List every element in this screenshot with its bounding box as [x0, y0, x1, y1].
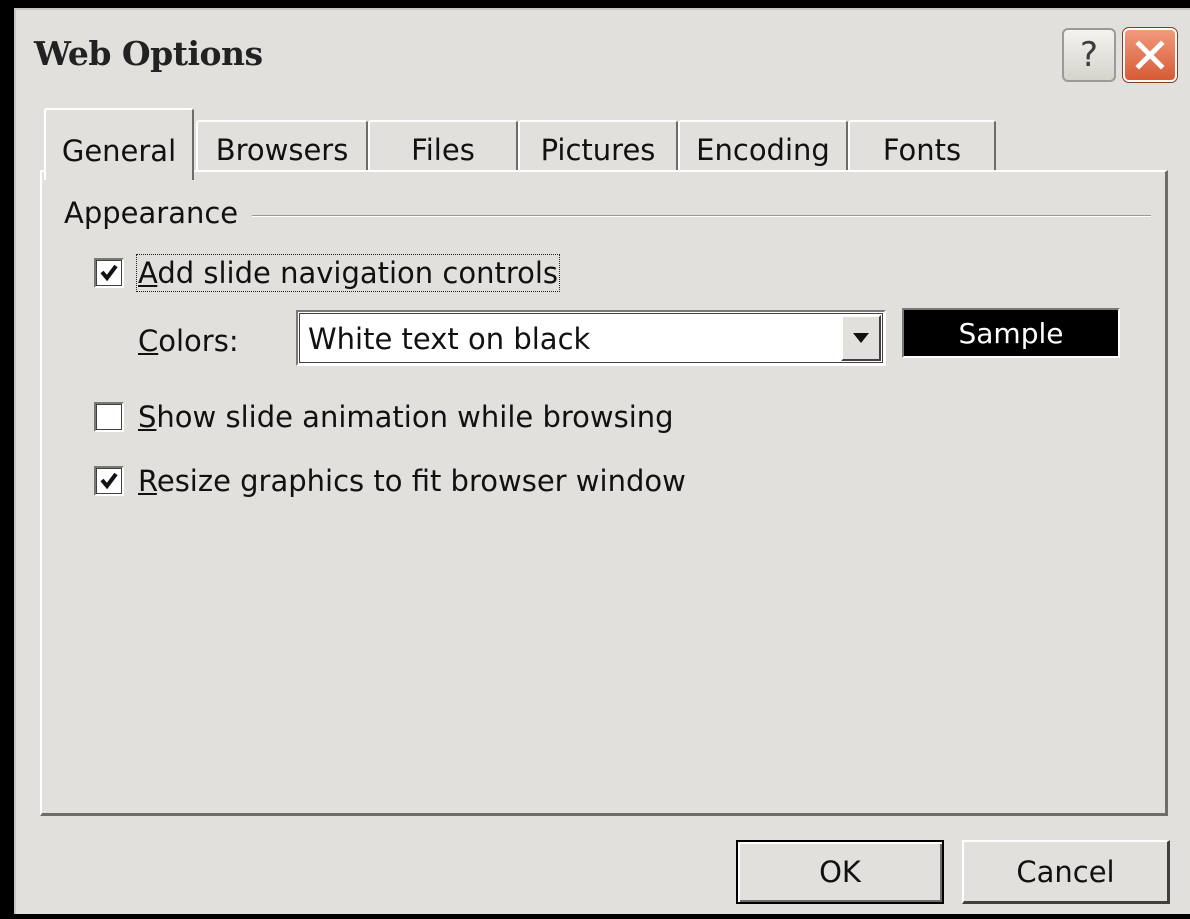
colors-select[interactable]: White text on black — [296, 310, 886, 366]
help-icon: ? — [1079, 35, 1099, 75]
tab-fonts[interactable]: Fonts — [848, 120, 996, 177]
color-sample-preview: Sample — [902, 308, 1120, 358]
cancel-label: Cancel — [1016, 854, 1115, 889]
sample-label: Sample — [958, 316, 1064, 350]
add-nav-controls-checkbox[interactable] — [94, 258, 124, 288]
tab-encoding[interactable]: Encoding — [678, 120, 848, 177]
checkmark-icon — [100, 472, 118, 490]
appearance-group-label: Appearance — [64, 196, 253, 230]
close-icon — [1135, 40, 1165, 70]
colors-dropdown-button[interactable] — [841, 315, 881, 361]
add-nav-controls-label[interactable]: Add slide navigation controls — [135, 254, 561, 292]
colors-select-value: White text on black — [308, 322, 591, 356]
dialog-title: Web Options — [34, 34, 263, 73]
cancel-button[interactable]: Cancel — [962, 840, 1170, 904]
resize-graphics-label[interactable]: Resize graphics to fit browser window — [138, 464, 686, 498]
tab-fonts-label: Fonts — [882, 132, 962, 167]
tab-pictures[interactable]: Pictures — [518, 120, 678, 177]
show-animation-checkbox[interactable] — [94, 402, 124, 432]
tab-general[interactable]: General — [44, 108, 194, 180]
tab-browsers-label: Browsers — [215, 132, 349, 167]
tab-files-label: Files — [411, 132, 475, 167]
tab-files[interactable]: Files — [368, 120, 518, 177]
resize-graphics-checkbox[interactable] — [94, 466, 124, 496]
tab-browsers[interactable]: Browsers — [196, 120, 368, 177]
ok-label: OK — [819, 855, 861, 889]
title-bar[interactable]: Web Options ? — [16, 10, 1190, 96]
tab-pictures-label: Pictures — [540, 132, 656, 167]
group-divider — [252, 215, 1151, 217]
show-animation-label[interactable]: Show slide animation while browsing — [138, 400, 674, 434]
colors-label: Colors: — [138, 324, 239, 358]
ok-button[interactable]: OK — [736, 840, 944, 904]
chevron-down-icon — [853, 333, 869, 343]
close-button[interactable] — [1122, 27, 1178, 83]
general-tab-panel: Appearance Add slide navigation controls… — [40, 170, 1168, 816]
tab-encoding-label: Encoding — [696, 132, 830, 167]
help-button[interactable]: ? — [1062, 28, 1116, 82]
checkmark-icon — [100, 264, 118, 282]
tab-general-label: General — [61, 134, 177, 168]
web-options-dialog: Web Options ? General Browsers Files Pic… — [14, 8, 1190, 914]
